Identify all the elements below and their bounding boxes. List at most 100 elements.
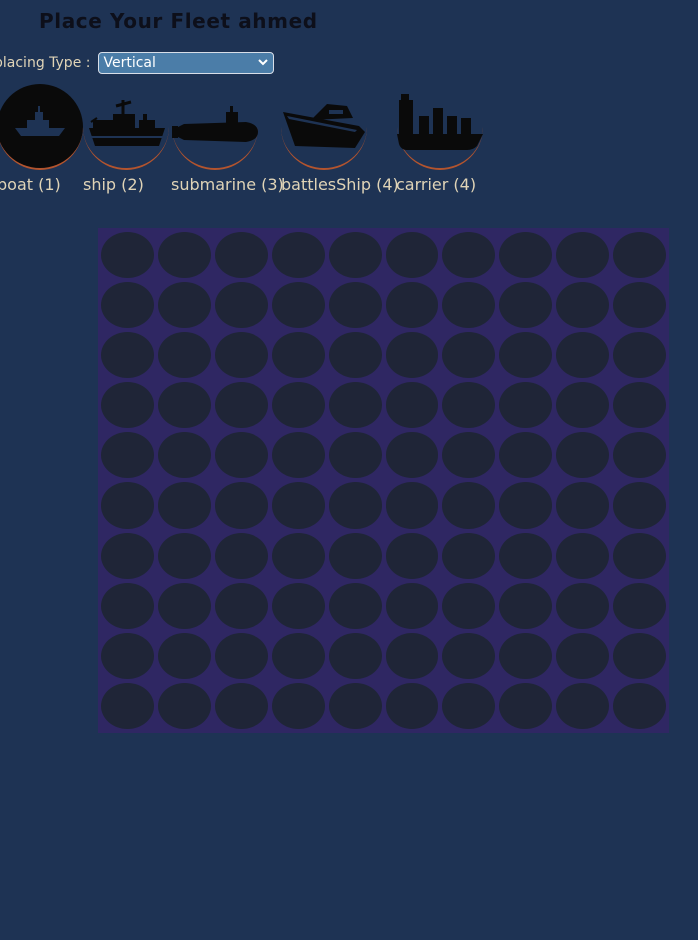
board-cell[interactable] [556, 382, 610, 429]
board-cell[interactable] [157, 532, 211, 579]
board-cell[interactable] [613, 582, 666, 629]
board-cell[interactable] [101, 382, 154, 429]
board-cell[interactable] [101, 682, 154, 729]
board-cell[interactable] [499, 332, 553, 379]
board-cell[interactable] [556, 582, 610, 629]
board-cell[interactable] [328, 532, 382, 579]
board-cell[interactable] [385, 682, 439, 729]
board-cell[interactable] [157, 482, 211, 529]
board-cell[interactable] [271, 532, 325, 579]
board-cell[interactable] [214, 282, 268, 329]
board-cell[interactable] [442, 332, 496, 379]
board-cell[interactable] [214, 332, 268, 379]
board-cell[interactable] [101, 332, 154, 379]
board-cell[interactable] [442, 532, 496, 579]
board-cell[interactable] [157, 282, 211, 329]
board-cell[interactable] [328, 482, 382, 529]
board-cell[interactable] [271, 282, 325, 329]
board-cell[interactable] [442, 432, 496, 479]
board-cell[interactable] [157, 682, 211, 729]
board-cell[interactable] [385, 382, 439, 429]
board-cell[interactable] [214, 582, 268, 629]
board-cell[interactable] [442, 382, 496, 429]
board-cell[interactable] [499, 532, 553, 579]
board-cell[interactable] [613, 682, 666, 729]
board-cell[interactable] [499, 232, 553, 279]
board-cell[interactable] [499, 432, 553, 479]
board-cell[interactable] [442, 482, 496, 529]
board-cell[interactable] [556, 682, 610, 729]
ship-option-submarine[interactable]: submarine (3) [171, 84, 284, 194]
board-cell[interactable] [613, 432, 666, 479]
board-cell[interactable] [214, 632, 268, 679]
board-cell[interactable] [385, 482, 439, 529]
board-cell[interactable] [499, 632, 553, 679]
board-cell[interactable] [101, 432, 154, 479]
board-cell[interactable] [214, 382, 268, 429]
ship-option-ship[interactable]: ship (2) [83, 84, 169, 194]
board-cell[interactable] [328, 432, 382, 479]
board-cell[interactable] [157, 632, 211, 679]
board-cell[interactable] [556, 232, 610, 279]
board-cell[interactable] [328, 582, 382, 629]
board-cell[interactable] [442, 232, 496, 279]
board-cell[interactable] [101, 632, 154, 679]
board-cell[interactable] [556, 532, 610, 579]
board-cell[interactable] [442, 282, 496, 329]
board-cell[interactable] [101, 532, 154, 579]
board-cell[interactable] [214, 432, 268, 479]
board-cell[interactable] [271, 332, 325, 379]
board-cell[interactable] [328, 382, 382, 429]
board-cell[interactable] [271, 632, 325, 679]
board-cell[interactable] [157, 232, 211, 279]
board-cell[interactable] [101, 282, 154, 329]
board-cell[interactable] [328, 632, 382, 679]
board-cell[interactable] [613, 282, 666, 329]
board-cell[interactable] [499, 382, 553, 429]
board-cell[interactable] [385, 332, 439, 379]
board-cell[interactable] [328, 332, 382, 379]
board-cell[interactable] [442, 682, 496, 729]
board-cell[interactable] [385, 632, 439, 679]
board-cell[interactable] [556, 432, 610, 479]
board-cell[interactable] [385, 232, 439, 279]
board-cell[interactable] [214, 532, 268, 579]
ship-option-carrier[interactable]: carrier (4) [396, 84, 483, 194]
board-cell[interactable] [442, 632, 496, 679]
board-cell[interactable] [157, 332, 211, 379]
board-cell[interactable] [214, 682, 268, 729]
board-cell[interactable] [271, 682, 325, 729]
board-cell[interactable] [214, 232, 268, 279]
board-cell[interactable] [613, 382, 666, 429]
board-cell[interactable] [101, 482, 154, 529]
board-cell[interactable] [556, 632, 610, 679]
board-cell[interactable] [499, 282, 553, 329]
board-cell[interactable] [499, 682, 553, 729]
ship-option-boat[interactable]: boat (1) [0, 84, 83, 194]
board-cell[interactable] [271, 582, 325, 629]
board-cell[interactable] [556, 482, 610, 529]
board-cell[interactable] [613, 532, 666, 579]
ship-option-battleship[interactable]: battlesShip (4) [281, 84, 399, 194]
board-cell[interactable] [613, 332, 666, 379]
board-cell[interactable] [613, 632, 666, 679]
board-cell[interactable] [385, 432, 439, 479]
board-cell[interactable] [271, 232, 325, 279]
board-cell[interactable] [271, 382, 325, 429]
board-cell[interactable] [613, 232, 666, 279]
board-cell[interactable] [499, 482, 553, 529]
board-cell[interactable] [157, 382, 211, 429]
board-cell[interactable] [385, 532, 439, 579]
board-cell[interactable] [328, 282, 382, 329]
placing-type-select[interactable]: Vertical [98, 52, 275, 74]
board-cell[interactable] [613, 482, 666, 529]
board-cell[interactable] [214, 482, 268, 529]
board-cell[interactable] [442, 582, 496, 629]
board-cell[interactable] [157, 582, 211, 629]
board-cell[interactable] [271, 482, 325, 529]
board-cell[interactable] [385, 582, 439, 629]
board-cell[interactable] [101, 232, 154, 279]
board-cell[interactable] [328, 232, 382, 279]
board-cell[interactable] [499, 582, 553, 629]
board-cell[interactable] [556, 282, 610, 329]
